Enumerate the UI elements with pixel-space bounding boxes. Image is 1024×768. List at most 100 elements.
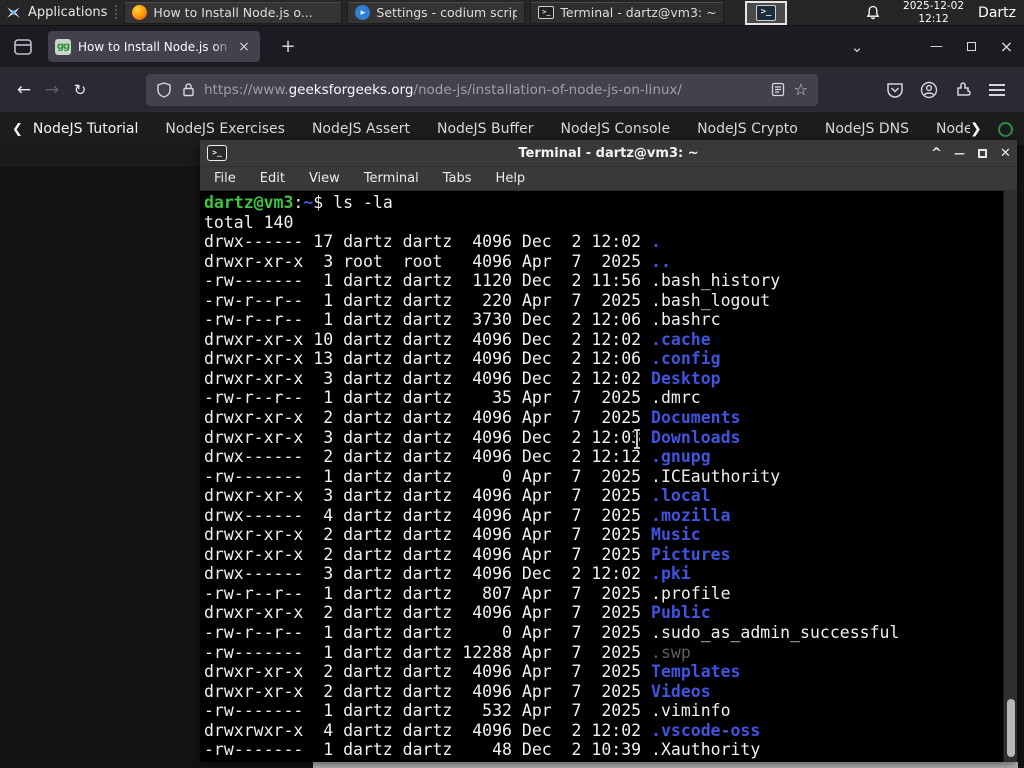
terminal-listing-row: -rw-r--r-- 1 dartz dartz 3730 Dec 2 12:0… — [204, 310, 721, 330]
desktop-screen: Applications How to Install Node.js o...… — [0, 0, 1024, 768]
terminal-output: dartz@vm3:~$ ls -la total 140 drwx------ 1… — [204, 193, 1001, 762]
applications-menu[interactable]: Applications — [28, 5, 107, 20]
menu-edit[interactable]: Edit — [260, 171, 285, 186]
terminal-listing-row: drwxr-xr-x 3 dartz dartz 4096 Apr 7 2025… — [204, 486, 711, 506]
reader-mode-icon[interactable] — [771, 82, 785, 97]
forward-button[interactable]: → — [38, 80, 66, 100]
panel-separator — [113, 4, 120, 21]
tab-close-icon[interactable]: × — [235, 39, 253, 55]
menu-terminal[interactable]: Terminal — [364, 171, 419, 186]
back-button[interactable]: ← — [10, 80, 38, 100]
terminal-listing-row: drwxr-xr-x 2 dartz dartz 4096 Apr 7 2025… — [204, 603, 711, 623]
terminal-listing-row: drwx------ 2 dartz dartz 4096 Dec 2 12:1… — [204, 447, 711, 467]
nav-prev-chevron-icon[interactable]: ❮ — [12, 122, 23, 137]
browser-toolbar: ← → ↻ https://www.geeksforgeeks.org/node… — [0, 67, 1024, 113]
terminal-listing-row: drwx------ 17 dartz dartz 4096 Dec 2 12:… — [204, 232, 661, 252]
taskbar-window-firefox[interactable]: How to Install Node.js o... — [124, 1, 343, 24]
tabbar-window-controls: ⌄ — × — [843, 33, 1024, 61]
extensions-puzzle-icon[interactable] — [946, 74, 980, 106]
geeksforgeeks-favicon-icon: gg — [55, 38, 71, 55]
codium-icon: ▸ — [355, 5, 371, 20]
terminal-listing-row: -rw------- 1 dartz dartz 1120 Dec 2 11:5… — [204, 271, 781, 291]
nav-link[interactable]: NodeJS DNS — [825, 121, 909, 137]
nav-link[interactable]: NodeJS Buffer — [437, 121, 534, 137]
terminal-listing-row: -rw-r--r-- 1 dartz dartz 807 Apr 7 2025 … — [204, 583, 731, 603]
tab-title-fade — [212, 31, 234, 62]
terminal-listing-row: -rw------- 1 dartz dartz 12288 Apr 7 202… — [204, 642, 691, 662]
notification-bell-icon[interactable] — [865, 5, 881, 21]
terminal-listing-row: drwxr-xr-x 3 dartz dartz 4096 Dec 2 12:0… — [204, 427, 741, 447]
terminal-listing-row: drwx------ 3 dartz dartz 4096 Dec 2 12:0… — [204, 564, 691, 584]
menu-view[interactable]: View — [309, 171, 340, 186]
terminal-scrollbar[interactable] — [1003, 191, 1017, 762]
reload-button[interactable]: ↻ — [66, 81, 94, 99]
clock[interactable]: 2025-12-02 12:12 — [903, 0, 964, 25]
taskbar-window-terminal[interactable]: >_ Terminal - dartz@vm3: ~ — [530, 1, 725, 24]
url-path: /node-js/installation-of-node-js-on-linu… — [413, 81, 682, 98]
terminal-icon: >_ — [538, 6, 555, 19]
lock-icon[interactable] — [182, 82, 195, 97]
terminal-listing-row: -rw-rw-r-- 1 dartz dartz 9529 Dec 2 10:4… — [204, 760, 1001, 762]
terminal-listing-row: -rw------- 1 dartz dartz 48 Dec 2 10:39 … — [204, 740, 761, 760]
terminal-listing-row: drwxr-xr-x 2 dartz dartz 4096 Apr 7 2025… — [204, 408, 741, 428]
menu-file[interactable]: File — [214, 171, 236, 186]
terminal-maximize-button[interactable] — [971, 141, 994, 165]
nav-link[interactable]: NodeJS Assert — [312, 121, 410, 137]
nav-link-tutorial[interactable]: NodeJS Tutorial — [33, 121, 138, 137]
clock-time: 12:12 — [918, 12, 949, 25]
terminal-listing-row: -rw------- 1 dartz dartz 532 Apr 7 2025 … — [204, 701, 731, 721]
terminal-listing-row: -rw-r--r-- 1 dartz dartz 35 Apr 7 2025 .… — [204, 388, 701, 408]
terminal-close-button[interactable]: ✕ — [994, 141, 1017, 165]
list-all-tabs-icon[interactable]: ⌄ — [843, 38, 871, 56]
firefox-view-icon[interactable] — [13, 38, 33, 56]
terminal-content-area[interactable]: dartz@vm3:~$ ls -la total 140 drwx------ 1… — [200, 191, 1017, 762]
tracking-shield-icon[interactable] — [156, 81, 172, 98]
terminal-listing-row: drwxr-xr-x 3 root root 4096 Apr 7 2025 .… — [204, 251, 671, 271]
nav-next-chevron-icon[interactable]: ❯ — [970, 121, 982, 137]
terminal-listing-row: drwxr-xr-x 13 dartz dartz 4096 Dec 2 12:… — [204, 349, 721, 369]
menu-help[interactable]: Help — [496, 171, 526, 186]
taskbar-window-codium[interactable]: ▸ Settings - codium script... — [347, 1, 526, 24]
account-icon[interactable] — [912, 74, 946, 106]
terminal-launcher[interactable]: >_ — [745, 0, 788, 25]
terminal-total-line: total 140 — [204, 212, 294, 232]
bookmark-star-icon[interactable]: ☆ — [794, 80, 808, 99]
firefox-icon — [132, 5, 148, 20]
terminal-menubar: File Edit View Terminal Tabs Help — [200, 167, 1017, 191]
url-text[interactable]: https://www.geeksforgeeks.org/node-js/in… — [204, 82, 762, 98]
menu-hamburger-icon[interactable] — [980, 74, 1014, 106]
user-menu[interactable]: Dartz — [978, 5, 1016, 21]
clock-date: 2025-12-02 — [903, 0, 965, 12]
search-icon[interactable] — [997, 121, 1013, 137]
terminal-minimize-button[interactable]: — — [948, 141, 971, 165]
terminal-listing-row: drwxr-xr-x 2 dartz dartz 4096 Apr 7 2025… — [204, 681, 711, 701]
browser-tab-active[interactable]: gg How to Install Node.js on × — [48, 31, 260, 62]
terminal-scrollbar-thumb[interactable] — [1007, 699, 1015, 757]
xfce-logo-icon[interactable] — [5, 4, 22, 21]
terminal-listing-row: drwxr-xr-x 10 dartz dartz 4096 Dec 2 12:… — [204, 329, 711, 349]
terminal-titlebar[interactable]: >_ Terminal - dartz@vm3: ~ ^ — ✕ — [200, 140, 1017, 167]
menu-tabs[interactable]: Tabs — [443, 171, 472, 186]
nav-link[interactable]: NodeJS Console — [560, 121, 670, 137]
terminal-rollup-button[interactable]: ^ — [925, 141, 948, 165]
browser-minimize-button[interactable]: — — [919, 33, 954, 61]
url-bar[interactable]: https://www.geeksforgeeks.org/node-js/in… — [146, 73, 818, 106]
new-tab-button[interactable]: + — [276, 36, 300, 57]
pocket-icon[interactable] — [878, 74, 912, 106]
browser-maximize-button[interactable] — [954, 33, 989, 61]
terminal-listing-row: drwxrwxr-x 4 dartz dartz 4096 Dec 2 12:0… — [204, 720, 761, 740]
terminal-listing-row: drwxr-xr-x 2 dartz dartz 4096 Apr 7 2025… — [204, 544, 731, 564]
page-bottom-strip — [313, 762, 1018, 768]
nav-link-clipped[interactable]: Node — [936, 121, 970, 137]
terminal-window-title: Terminal - dartz@vm3: ~ — [518, 145, 699, 161]
terminal-listing-row: -rw-r--r-- 1 dartz dartz 0 Apr 7 2025 .s… — [204, 623, 900, 643]
nav-link[interactable]: NodeJS Crypto — [697, 121, 798, 137]
terminal-listing-row: drwx------ 4 dartz dartz 4096 Apr 7 2025… — [204, 505, 731, 525]
terminal-window-controls: ^ — ✕ — [925, 141, 1017, 165]
nav-link[interactable]: NodeJS Exercises — [165, 121, 285, 137]
maximize-icon — [967, 42, 976, 51]
taskbar-window-title: Terminal - dartz@vm3: ~ — [560, 5, 717, 20]
browser-close-button[interactable]: × — [989, 33, 1024, 61]
taskbar-window-title: How to Install Node.js o... — [153, 5, 313, 20]
terminal-listing-row: drwxr-xr-x 3 dartz dartz 4096 Dec 2 12:0… — [204, 368, 721, 388]
